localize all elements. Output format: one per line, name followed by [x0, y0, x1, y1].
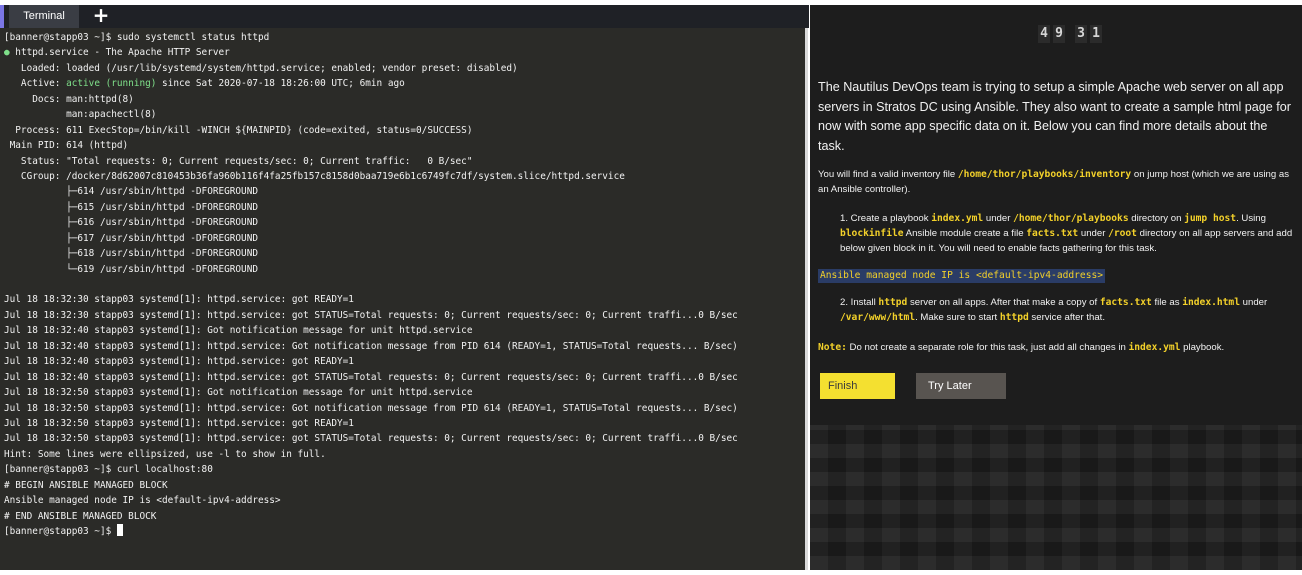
terminal-line: ├─615 /usr/sbin/httpd -DFOREGROUND — [4, 201, 258, 213]
terminal-line: Main PID: 614 (httpd) — [4, 140, 129, 152]
action-buttons: Finish Try Later — [820, 373, 1006, 399]
countdown-timer: 4 9 3 1 — [1038, 25, 1102, 45]
step-2: 2. Install httpd server on all apps. Aft… — [840, 297, 1268, 323]
cursor-icon — [116, 524, 123, 536]
terminal-line: Loaded: loaded (/usr/lib/systemd/system/… — [4, 62, 518, 74]
terminal-line: Process: 611 ExecStop=/bin/kill -WINCH $… — [4, 124, 473, 136]
plus-icon[interactable]: + — [90, 5, 112, 28]
task-intro: The Nautilus DevOps team is trying to se… — [818, 80, 1291, 153]
timer-digit: 9 — [1053, 25, 1065, 43]
terminal-line: Jul 18 18:32:40 stapp03 systemd[1]: http… — [4, 371, 738, 383]
terminal-line: Jul 18 18:32:50 stapp03 systemd[1]: http… — [4, 433, 738, 445]
terminal-line: ├─617 /usr/sbin/httpd -DFOREGROUND — [4, 232, 258, 244]
finish-button[interactable]: Finish — [820, 373, 895, 399]
terminal-line: Jul 18 18:32:40 stapp03 systemd[1]: Got … — [4, 325, 473, 337]
terminal-line: Jul 18 18:32:50 stapp03 systemd[1]: http… — [4, 402, 738, 414]
terminal-line: Jul 18 18:32:50 stapp03 systemd[1]: http… — [4, 417, 354, 429]
terminal-line: Jul 18 18:32:50 stapp03 systemd[1]: Got … — [4, 387, 473, 399]
timer-digit: 4 — [1038, 25, 1050, 43]
terminal-line: Jul 18 18:32:30 stapp03 systemd[1]: http… — [4, 309, 738, 321]
terminal-line: └─619 /usr/sbin/httpd -DFOREGROUND — [4, 263, 258, 275]
terminal-pane: Terminal + [banner@stapp03 ~]$ sudo syst… — [0, 5, 809, 570]
terminal-prompt[interactable]: [banner@stapp03 ~]$ — [4, 524, 802, 539]
terminal-line: man:apachectl(8) — [4, 109, 157, 121]
inventory-note: You will find a valid inventory file /ho… — [818, 169, 1290, 195]
terminal-line: Hint: Some lines were ellipsized, use -l… — [4, 448, 326, 460]
background-pattern — [810, 425, 1302, 570]
terminal-line: ├─616 /usr/sbin/httpd -DFOREGROUND — [4, 217, 258, 229]
terminal-line: Jul 18 18:32:40 stapp03 systemd[1]: http… — [4, 340, 738, 352]
timer-digit: 1 — [1090, 25, 1102, 43]
timer-digit: 3 — [1075, 25, 1087, 43]
terminal-line: ├─618 /usr/sbin/httpd -DFOREGROUND — [4, 248, 258, 260]
terminal-line: [banner@stapp03 ~]$ sudo systemctl statu… — [4, 32, 270, 43]
terminal-line: Active: active (running) since Sat 2020-… — [4, 78, 405, 90]
terminal-line: ● httpd.service - The Apache HTTP Server — [4, 47, 230, 59]
terminal-line: ├─614 /usr/sbin/httpd -DFOREGROUND — [4, 186, 258, 198]
inventory-path: /home/thor/playbooks/inventory — [957, 169, 1132, 180]
tab-terminal[interactable]: Terminal — [9, 5, 79, 28]
terminal-line: Ansible managed node IP is <default-ipv4… — [4, 495, 281, 507]
terminal-line: Docs: man:httpd(8) — [4, 93, 134, 105]
terminal-tab-bar: Terminal + — [0, 5, 809, 28]
active-status: active (running) — [66, 78, 157, 90]
terminal-output[interactable]: [banner@stapp03 ~]$ sudo systemctl statu… — [4, 30, 802, 550]
terminal-line: [banner@stapp03 ~]$ curl localhost:80 — [4, 464, 213, 476]
terminal-line: CGroup: /docker/8d62007c810453b36fa960b1… — [4, 170, 625, 182]
task-note: Note: Do not create a separate role for … — [818, 342, 1225, 353]
terminal-line: # BEGIN ANSIBLE MANAGED BLOCK — [4, 479, 168, 491]
terminal-line: Jul 18 18:32:40 stapp03 systemd[1]: http… — [4, 356, 354, 368]
status-dot-icon: ● — [4, 47, 10, 59]
task-pane: 4 9 3 1 The Nautilus DevOps team is tryi… — [810, 5, 1302, 570]
try-later-button[interactable]: Try Later — [916, 373, 1006, 399]
step-1: 1. Create a playbook index.yml under /ho… — [840, 213, 1293, 254]
terminal-line: Jul 18 18:32:30 stapp03 systemd[1]: http… — [4, 294, 354, 306]
terminal-line: # END ANSIBLE MANAGED BLOCK — [4, 510, 157, 522]
terminal-line: Status: "Total requests: 0; Current requ… — [4, 155, 473, 167]
code-block: Ansible managed node IP is <default-ipv4… — [818, 269, 1106, 283]
task-description: The Nautilus DevOps team is trying to se… — [818, 78, 1293, 355]
